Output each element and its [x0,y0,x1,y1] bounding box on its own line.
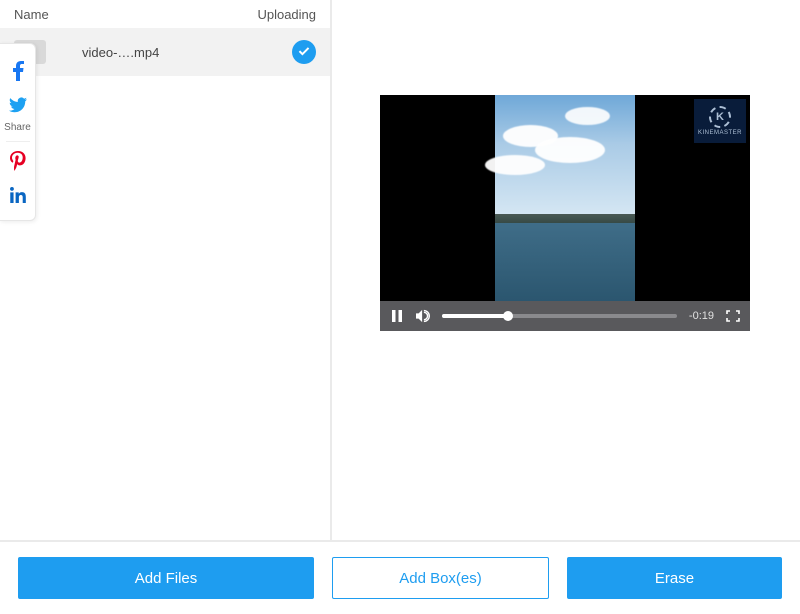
pause-icon [392,310,402,322]
fullscreen-button[interactable] [726,309,740,323]
fullscreen-icon [726,310,740,322]
video-frame[interactable]: K KINEMASTER [380,95,750,301]
preview-panel: K KINEMASTER -0:19 [332,0,800,614]
file-list-panel: Name Uploading video-….mp4 [0,0,332,614]
add-boxes-button[interactable]: Add Box(es) [332,557,549,599]
share-divider [6,141,30,142]
video-time-remaining: -0:19 [689,310,714,322]
volume-button[interactable] [416,309,430,323]
erase-button[interactable]: Erase [567,557,782,599]
bottom-action-bar: Add Files Add Box(es) Erase [0,540,800,614]
linkedin-share-button[interactable] [0,178,36,212]
share-rail: Share [0,43,36,221]
file-row[interactable]: video-….mp4 [0,28,330,76]
share-label: Share [4,122,31,139]
pinterest-icon [10,151,26,171]
upload-complete-icon [292,40,316,64]
video-progress-bar[interactable] [442,314,677,318]
video-progress-fill [442,314,508,318]
file-name: video-….mp4 [56,45,292,60]
erase-label: Erase [655,570,694,587]
file-status [292,40,316,64]
twitter-icon [9,97,27,113]
column-name-header: Name [14,7,49,22]
video-controls: -0:19 [380,301,750,331]
kinemaster-watermark: K KINEMASTER [694,99,746,143]
file-list-header: Name Uploading [0,0,330,28]
add-files-button[interactable]: Add Files [18,557,314,599]
video-progress-thumb[interactable] [503,311,513,321]
linkedin-icon [10,187,26,203]
video-content [495,95,635,301]
pause-button[interactable] [390,309,404,323]
facebook-share-button[interactable] [0,54,36,88]
column-status-header: Uploading [257,7,316,22]
watermark-text: KINEMASTER [698,130,742,136]
add-boxes-label: Add Box(es) [399,570,482,587]
facebook-icon [11,61,25,81]
video-player: K KINEMASTER -0:19 [380,95,750,331]
volume-icon [416,309,430,323]
add-files-label: Add Files [135,570,198,587]
twitter-share-button[interactable] [0,88,36,122]
file-list: video-….mp4 [0,28,330,614]
pinterest-share-button[interactable] [0,144,36,178]
